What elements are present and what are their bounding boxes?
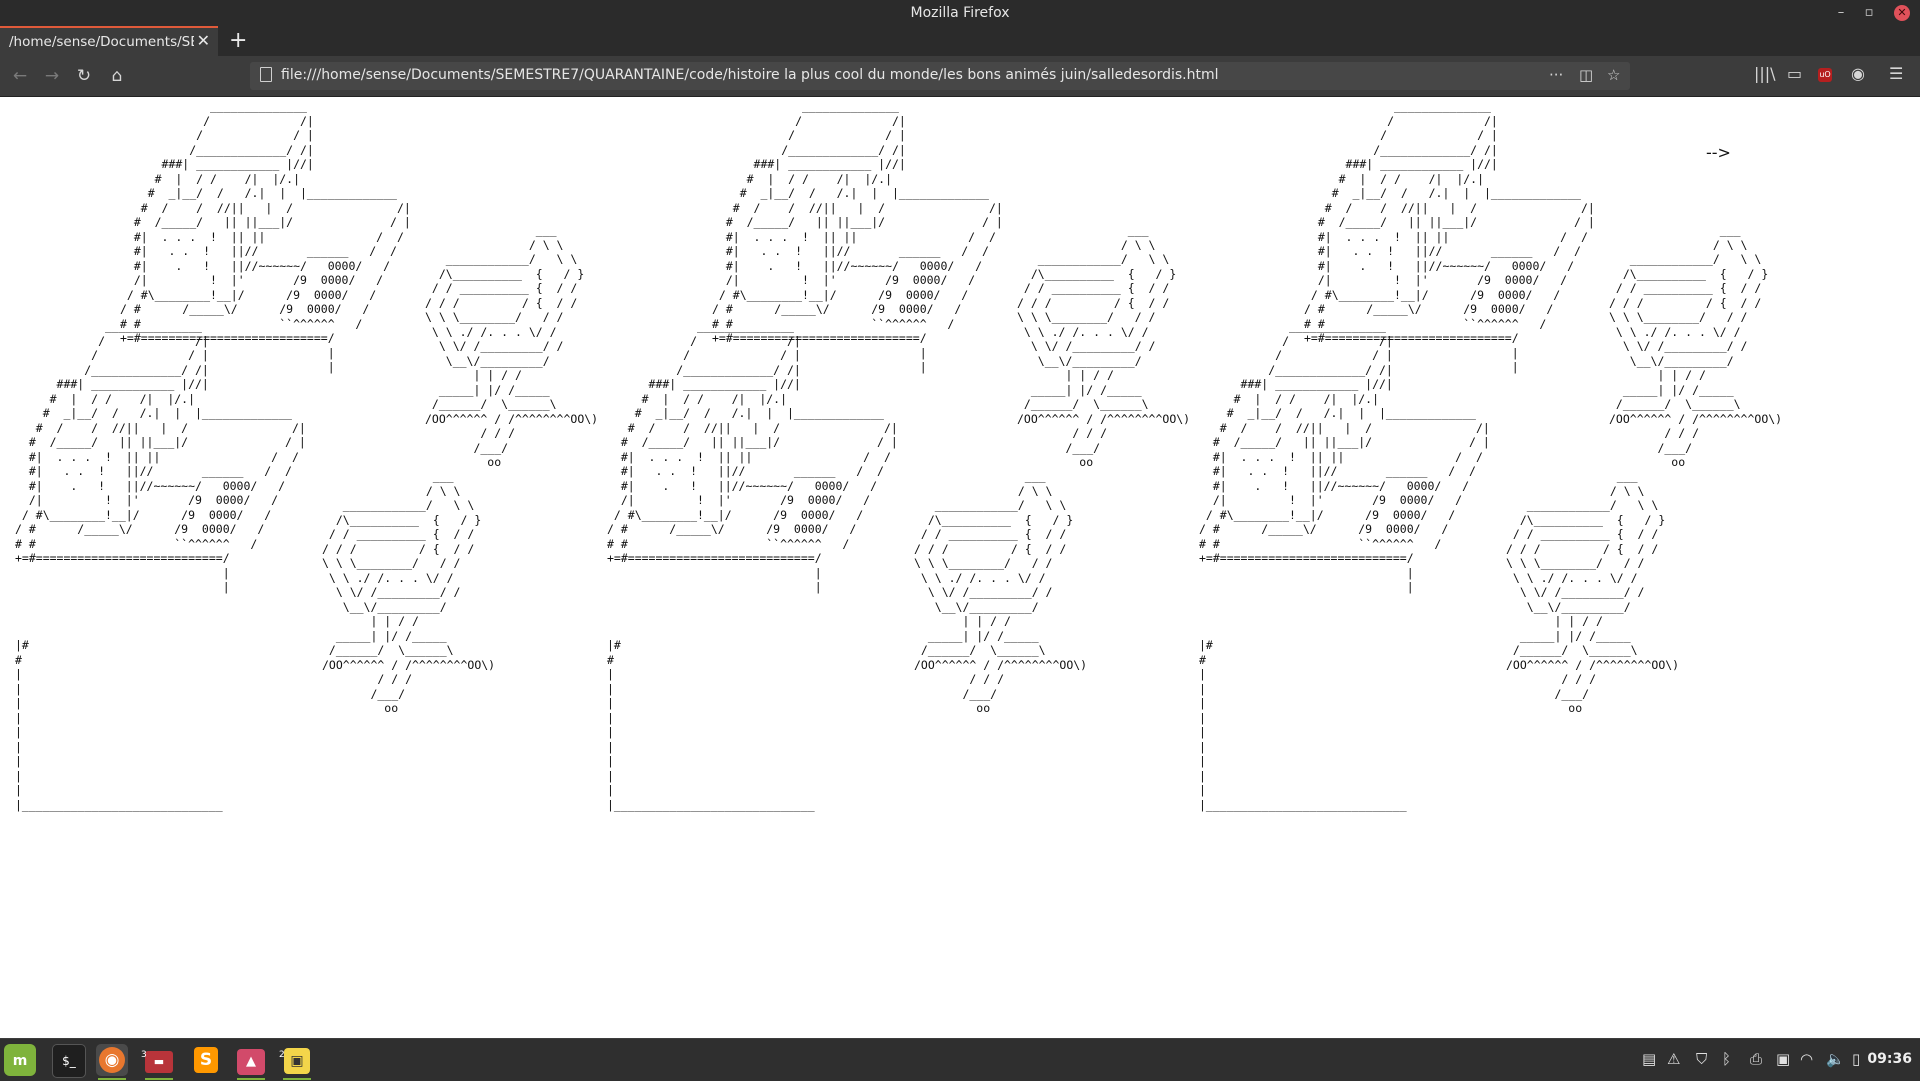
- taskbar: m $_ ◉ ▬ 3 S ▲ ▣ 2 ▤ ⚠ ⛉ ᛒ ⎙ ▣ ◠ 🔈 ▯ 09:…: [0, 1038, 1920, 1081]
- reload-icon[interactable]: ↻: [72, 64, 96, 88]
- ascii-monitor-chair: ___ / \ \ ____________/ \ \ /\__________…: [322, 469, 496, 715]
- app-menu-icon[interactable]: ☰: [1889, 64, 1903, 83]
- ascii-box: |# # | | | | | | | | | |________________…: [15, 638, 223, 812]
- url-bar[interactable]: file:///home/sense/Documents/SEMESTRE7/Q…: [250, 62, 1630, 90]
- notes-tray-icon[interactable]: ▤: [1642, 1050, 1656, 1068]
- page-icon: [260, 67, 272, 82]
- window-count-badge: 2: [279, 1050, 285, 1060]
- window-title: Mozilla Firefox: [910, 5, 1010, 21]
- maximize-icon[interactable]: ▫: [1860, 4, 1878, 22]
- window-titlebar: Mozilla Firefox – ▫ ✕: [0, 0, 1920, 26]
- forward-icon[interactable]: →: [40, 64, 64, 88]
- notes-taskbar-icon[interactable]: ▣ 2: [279, 1044, 313, 1080]
- wifi-icon[interactable]: ◠: [1800, 1050, 1813, 1068]
- new-tab-button[interactable]: +: [229, 26, 247, 56]
- window-count-badge: 3: [141, 1050, 147, 1060]
- ascii-computer-desk: ______________ / /| / / | /_____________…: [607, 319, 898, 594]
- bookmark-star-icon[interactable]: ☆: [1607, 66, 1620, 84]
- firefox-taskbar-icon[interactable]: ◉: [96, 1044, 128, 1080]
- page-actions-icon[interactable]: ···: [1549, 66, 1563, 84]
- picture-icon: ▲: [237, 1049, 265, 1075]
- back-icon[interactable]: ←: [8, 64, 32, 88]
- volume-icon[interactable]: 🔈: [1826, 1050, 1845, 1068]
- files-taskbar-icon[interactable]: ▬ 3: [141, 1044, 175, 1080]
- ascii-computer-desk: ______________ / /| / / | /_____________…: [1199, 319, 1490, 594]
- clock[interactable]: 09:36: [1867, 1051, 1912, 1067]
- tab-salledesordis[interactable]: /home/sense/Documents/SEMESTRE7/QUARANTA…: [0, 26, 218, 56]
- arrow-text: -->: [1706, 143, 1731, 162]
- tab-strip: /home/sense/Documents/SEMESTRE7/QUARANTA…: [0, 26, 1920, 56]
- home-icon[interactable]: ⌂: [105, 64, 129, 88]
- ascii-monitor-chair: ___ / \ \ ____________/ \ \ /\__________…: [1609, 223, 1783, 469]
- notes-icon: ▣: [284, 1048, 310, 1074]
- navigation-toolbar: ← → ↻ ⌂ file:///home/sense/Documents/SEM…: [0, 56, 1920, 97]
- ascii-monitor-chair: ___ / \ \ ____________/ \ \ /\__________…: [914, 469, 1088, 715]
- minimize-icon[interactable]: –: [1832, 4, 1850, 22]
- sublime-icon: S: [194, 1047, 218, 1073]
- account-icon[interactable]: ◉: [1851, 64, 1865, 83]
- ascii-monitor-chair: ___ / \ \ ____________/ \ \ /\__________…: [425, 223, 599, 469]
- ublock-icon[interactable]: uO: [1818, 68, 1832, 82]
- battery-icon[interactable]: ▯: [1852, 1050, 1860, 1068]
- ascii-box: |# # | | | | | | | | | |________________…: [607, 638, 815, 812]
- url-text[interactable]: file:///home/sense/Documents/SEMESTRE7/Q…: [281, 67, 1219, 83]
- ascii-computer-desk: ______________ / /| / / | /_____________…: [15, 319, 306, 594]
- library-icon[interactable]: |||\: [1754, 64, 1776, 83]
- image-viewer-icon[interactable]: ▲: [235, 1044, 267, 1080]
- shield-icon[interactable]: ⛉: [1696, 1050, 1707, 1068]
- firefox-icon: ◉: [99, 1047, 125, 1073]
- folder-icon: ▬: [145, 1051, 173, 1073]
- sublime-text-icon[interactable]: S: [190, 1044, 222, 1076]
- tab-label: /home/sense/Documents/SEMESTRE7/QUARANTA…: [9, 34, 194, 50]
- mint-menu-icon[interactable]: m: [4, 1044, 36, 1076]
- bluetooth-icon[interactable]: ᛒ: [1722, 1050, 1731, 1068]
- ascii-monitor-chair: ___ / \ \ ____________/ \ \ /\__________…: [1017, 223, 1191, 469]
- terminal-icon[interactable]: $_: [52, 1044, 86, 1078]
- tab-close-icon[interactable]: ✕: [197, 31, 210, 50]
- warning-icon[interactable]: ⚠: [1667, 1050, 1680, 1068]
- close-window-icon[interactable]: ✕: [1894, 5, 1910, 21]
- sidebar-icon[interactable]: ▭: [1787, 64, 1802, 83]
- pocket-icon[interactable]: ◫: [1579, 66, 1593, 84]
- page-content: ______________ / /| / / | /_____________…: [0, 97, 1920, 1038]
- ascii-box: |# # | | | | | | | | | |________________…: [1199, 638, 1407, 812]
- printer-icon[interactable]: ⎙: [1750, 1050, 1762, 1068]
- screenshot-icon[interactable]: ▣: [1776, 1050, 1790, 1068]
- ascii-monitor-chair: ___ / \ \ ____________/ \ \ /\__________…: [1506, 469, 1680, 715]
